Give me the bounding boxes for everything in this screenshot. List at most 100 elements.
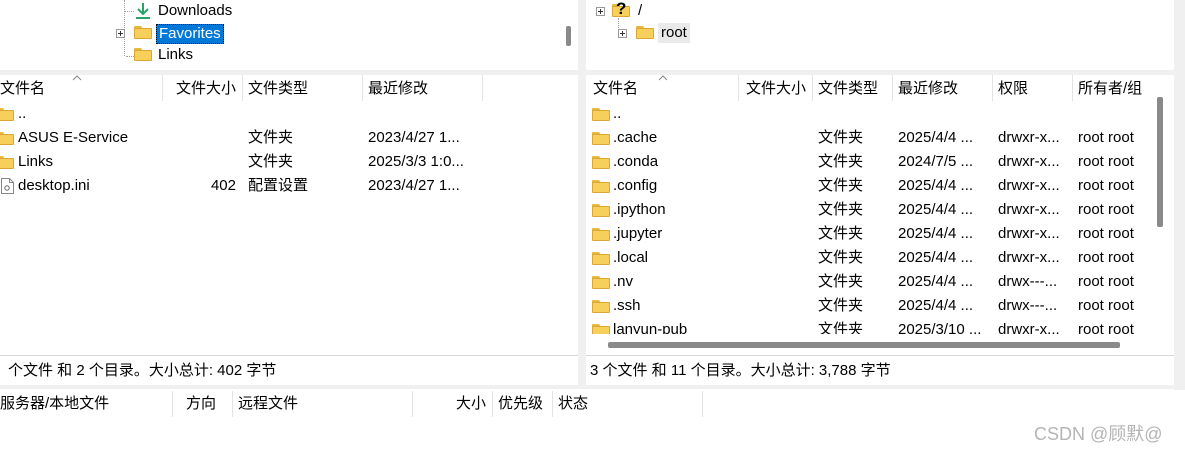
remote-col-owner[interactable]: 所有者/组 bbox=[1078, 76, 1158, 102]
file-name: .ipython bbox=[613, 201, 666, 218]
folder-icon bbox=[592, 252, 610, 265]
column-separator bbox=[992, 75, 993, 101]
file-owner: root root bbox=[1078, 321, 1134, 334]
file-permissions: drwxr-x... bbox=[998, 321, 1060, 334]
remote-tree-item-label: root bbox=[658, 23, 690, 43]
local-tree-scrollbar[interactable] bbox=[566, 26, 571, 46]
remote-tree-item-label: / bbox=[638, 2, 643, 19]
file-name: lanyun-pub bbox=[613, 321, 688, 334]
file-type: 文件夹 bbox=[818, 177, 864, 194]
queue-col-local-file[interactable]: 服务器/本地文件 bbox=[0, 391, 170, 417]
remote-file-row[interactable]: .ipython 文件夹 2025/4/4 ... drwxr-x... roo… bbox=[586, 198, 1152, 222]
local-file-row[interactable]: desktop.ini 402 配置设置 2023/4/27 1... bbox=[0, 174, 578, 198]
file-name: .conda bbox=[613, 153, 659, 170]
remote-rows-container: .. .cache 文件夹 2025/4/4 ... drwxr-x... ro… bbox=[586, 102, 1152, 334]
folder-icon bbox=[592, 108, 610, 121]
file-type: 文件夹 bbox=[818, 297, 864, 314]
local-tree-item-label: Favorites bbox=[156, 24, 224, 44]
local-status-text: 个文件 和 2 个目录。大小总计: 402 字节 bbox=[8, 362, 277, 379]
folder-icon bbox=[592, 228, 610, 241]
local-tree-item-label: Downloads bbox=[158, 2, 233, 19]
remote-file-row[interactable]: .jupyter 文件夹 2025/4/4 ... drwxr-x... roo… bbox=[586, 222, 1152, 246]
folder-icon bbox=[592, 180, 610, 193]
file-type: 文件夹 bbox=[818, 249, 864, 266]
file-type: 文件夹 bbox=[248, 153, 294, 170]
vertical-splitter[interactable] bbox=[578, 0, 586, 385]
file-modified: 2025/3/10 ... bbox=[898, 321, 982, 334]
file-type: 文件夹 bbox=[818, 273, 864, 290]
remote-file-row[interactable]: lanyun-pub 文件夹 2025/3/10 ... drwxr-x... … bbox=[586, 318, 1152, 334]
expand-toggle-icon[interactable] bbox=[596, 7, 605, 16]
file-permissions: drwx---... bbox=[998, 297, 1058, 314]
file-owner: root root bbox=[1078, 129, 1134, 146]
queue-col-direction[interactable]: 方向 bbox=[186, 391, 230, 417]
local-col-name[interactable]: 文件名 bbox=[0, 76, 160, 102]
local-file-row[interactable]: .. bbox=[0, 102, 578, 126]
column-separator bbox=[412, 391, 413, 417]
queue-col-remote-file[interactable]: 远程文件 bbox=[238, 391, 398, 417]
remote-col-type[interactable]: 文件类型 bbox=[818, 76, 892, 102]
local-col-modified[interactable]: 最近修改 bbox=[368, 76, 480, 102]
queue-col-status[interactable]: 状态 bbox=[558, 391, 698, 417]
file-permissions: drwxr-x... bbox=[998, 225, 1060, 242]
queue-col-priority[interactable]: 优先级 bbox=[498, 391, 550, 417]
question-mark-icon: ? bbox=[616, 0, 627, 18]
remote-file-row[interactable]: .local 文件夹 2025/4/4 ... drwxr-x... root … bbox=[586, 246, 1152, 270]
file-permissions: drwxr-x... bbox=[998, 177, 1060, 194]
remote-col-name[interactable]: 文件名 bbox=[593, 76, 733, 102]
remote-file-row[interactable]: .config 文件夹 2025/4/4 ... drwxr-x... root… bbox=[586, 174, 1152, 198]
folder-icon bbox=[0, 108, 14, 121]
folder-icon bbox=[0, 156, 14, 169]
file-modified: 2025/4/4 ... bbox=[898, 297, 974, 314]
remote-col-permissions[interactable]: 权限 bbox=[998, 76, 1072, 102]
expand-toggle-icon[interactable] bbox=[618, 29, 627, 38]
file-owner: root root bbox=[1078, 273, 1134, 290]
column-separator bbox=[482, 75, 483, 101]
queue-col-size[interactable]: 大小 bbox=[456, 391, 490, 417]
remote-file-row[interactable]: .cache 文件夹 2025/4/4 ... drwxr-x... root … bbox=[586, 126, 1152, 150]
file-owner: root root bbox=[1078, 177, 1134, 194]
settings-file-icon bbox=[1, 178, 14, 194]
column-separator bbox=[702, 391, 703, 417]
file-name: .cache bbox=[613, 129, 658, 146]
file-name: ASUS E-Service bbox=[18, 129, 129, 146]
file-owner: root root bbox=[1078, 297, 1134, 314]
local-col-size[interactable]: 文件大小 bbox=[176, 76, 242, 102]
folder-icon bbox=[592, 156, 610, 169]
local-file-row[interactable]: Links 文件夹 2025/3/3 1:0... bbox=[0, 150, 578, 174]
file-modified: 2023/4/27 1... bbox=[368, 129, 460, 146]
file-permissions: drwxr-x... bbox=[998, 153, 1060, 170]
remote-file-row[interactable]: .conda 文件夹 2024/7/5 ... drwxr-x... root … bbox=[586, 150, 1152, 174]
column-separator bbox=[812, 75, 813, 101]
local-status-bar: 个文件 和 2 个目录。大小总计: 402 字节 bbox=[0, 355, 578, 386]
remote-file-row[interactable]: .. bbox=[586, 102, 1152, 126]
remote-list-hscroll-thumb[interactable] bbox=[608, 342, 1120, 348]
remote-file-row[interactable]: .ssh 文件夹 2025/4/4 ... drwx---... root ro… bbox=[586, 294, 1152, 318]
file-modified: 2025/4/4 ... bbox=[898, 225, 974, 242]
file-modified: 2025/4/4 ... bbox=[898, 249, 974, 266]
column-separator bbox=[172, 391, 173, 417]
file-type: 文件夹 bbox=[818, 321, 864, 334]
file-type: 文件夹 bbox=[818, 201, 864, 218]
column-separator bbox=[892, 75, 893, 101]
tree-guide-line bbox=[124, 0, 125, 56]
remote-col-modified[interactable]: 最近修改 bbox=[898, 76, 988, 102]
local-file-row[interactable]: ASUS E-Service 文件夹 2023/4/27 1... bbox=[0, 126, 578, 150]
remote-list-vscroll-thumb[interactable] bbox=[1157, 97, 1163, 227]
file-modified: 2023/4/27 1... bbox=[368, 177, 460, 194]
folder-icon bbox=[592, 324, 610, 334]
column-separator bbox=[242, 75, 243, 101]
file-size: 402 bbox=[210, 177, 236, 194]
file-name: .. bbox=[18, 105, 27, 122]
tree-guide-line bbox=[126, 56, 134, 57]
remote-col-size[interactable]: 文件大小 bbox=[746, 76, 812, 102]
remote-status-bar: 3 个文件 和 11 个目录。大小总计: 3,788 字节 bbox=[586, 355, 1174, 386]
file-name: .local bbox=[613, 249, 649, 266]
folder-icon bbox=[592, 204, 610, 217]
local-col-type[interactable]: 文件类型 bbox=[248, 76, 358, 102]
expand-toggle-icon[interactable] bbox=[116, 29, 125, 38]
remote-file-row[interactable]: .nv 文件夹 2025/4/4 ... drwx---... root roo… bbox=[586, 270, 1152, 294]
folder-icon bbox=[592, 276, 610, 289]
file-owner: root root bbox=[1078, 153, 1134, 170]
column-separator bbox=[1072, 75, 1073, 101]
